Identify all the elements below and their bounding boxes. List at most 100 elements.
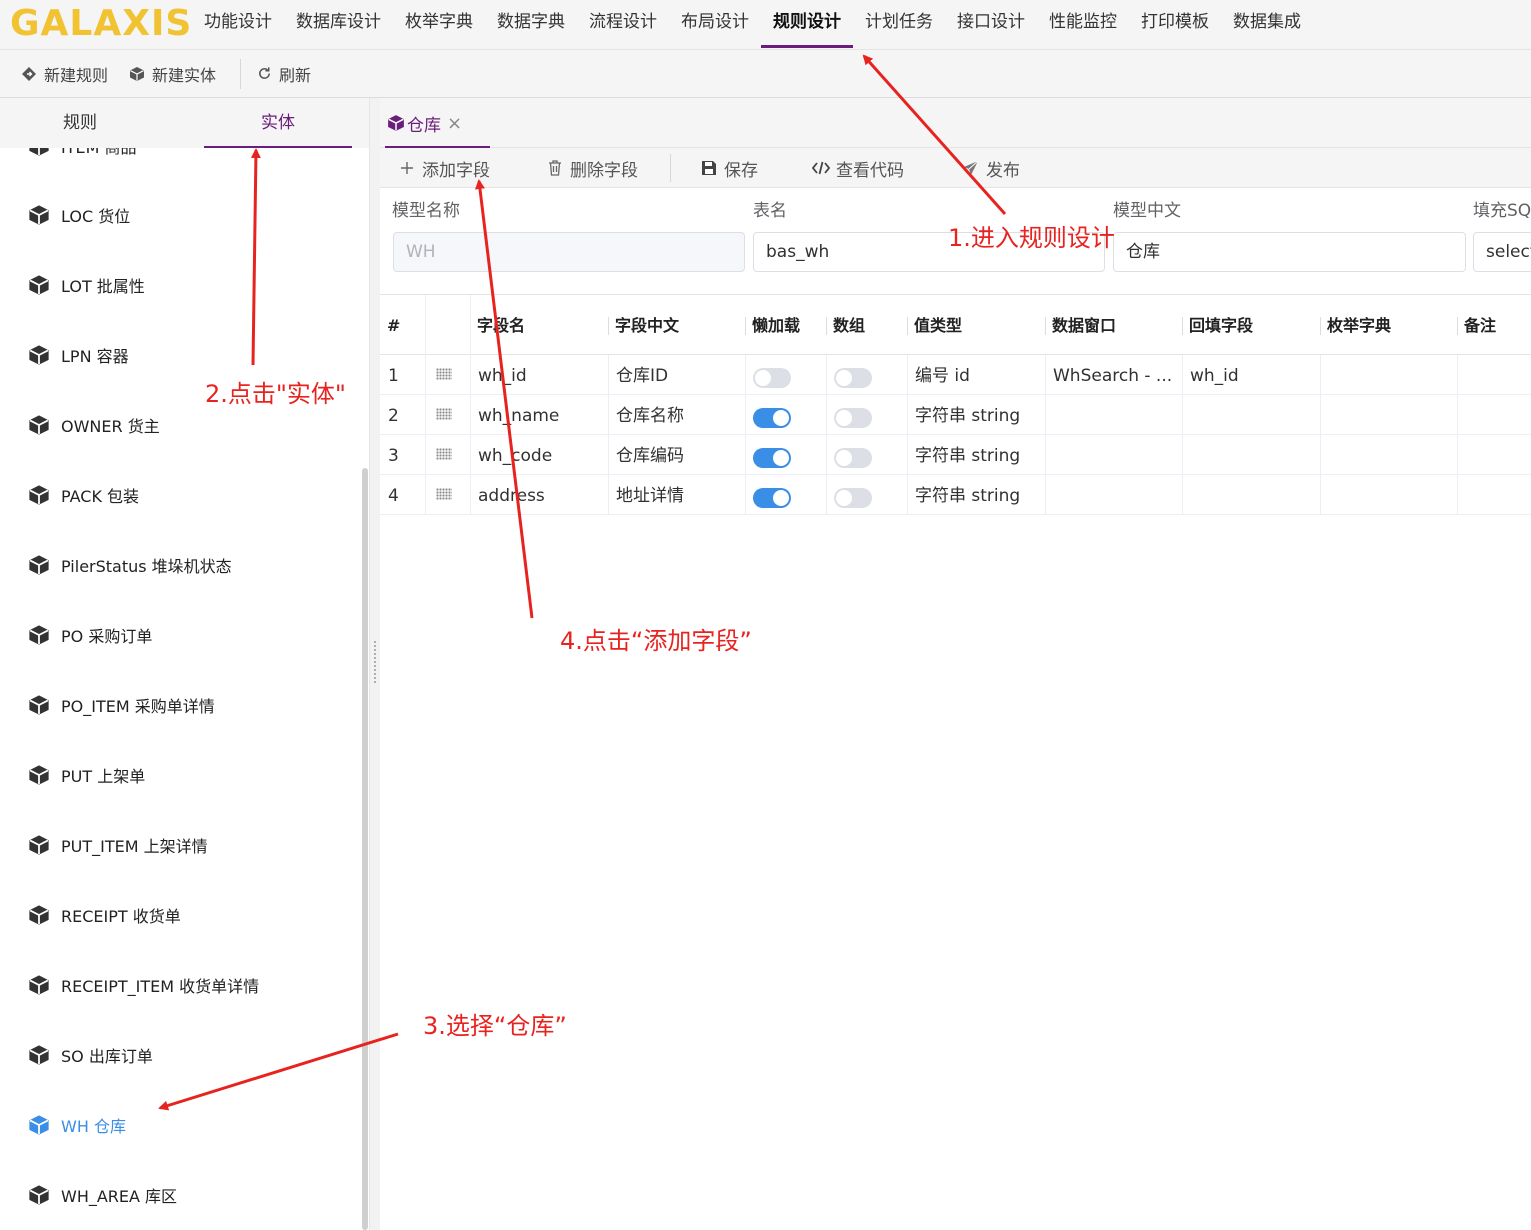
- column-header-field-cn[interactable]: 字段中文: [608, 295, 679, 355]
- nav-item-print-template[interactable]: 打印模板: [1129, 0, 1221, 50]
- cell-data-window[interactable]: [1045, 435, 1182, 475]
- drag-handle-icon[interactable]: [436, 368, 452, 380]
- new-entity-button[interactable]: 新建实体: [122, 62, 230, 86]
- send-icon: [962, 159, 980, 177]
- cell-enum[interactable]: [1320, 355, 1457, 395]
- cell-value-type[interactable]: 编号 id: [907, 355, 1045, 395]
- entity-item-po[interactable]: PO 采购订单: [28, 620, 152, 650]
- cell-note[interactable]: [1457, 355, 1531, 395]
- nav-item-layout-design[interactable]: 布局设计: [669, 0, 761, 50]
- cell-note[interactable]: [1457, 475, 1531, 515]
- nav-item-scheduled-tasks[interactable]: 计划任务: [853, 0, 945, 50]
- column-header-array[interactable]: 数组: [826, 295, 865, 355]
- entity-item-wh[interactable]: WH 仓库: [28, 1110, 126, 1140]
- cell-enum[interactable]: [1320, 435, 1457, 475]
- cell-data-window[interactable]: [1045, 395, 1182, 435]
- close-icon[interactable]: ×: [447, 113, 462, 134]
- lazy-toggle[interactable]: [753, 368, 791, 388]
- entity-item-receipt[interactable]: RECEIPT 收货单: [28, 900, 181, 930]
- lazy-toggle[interactable]: [753, 408, 791, 428]
- view-code-button[interactable]: 查看代码: [812, 156, 904, 181]
- lazy-toggle[interactable]: [753, 488, 791, 508]
- cell-value-type[interactable]: 字符串 string: [907, 395, 1045, 435]
- cell-backfill[interactable]: [1182, 475, 1320, 515]
- add-field-button[interactable]: 添加字段: [398, 156, 490, 181]
- splitter-grip[interactable]: [373, 640, 377, 684]
- sidebar-scrollbar[interactable]: [362, 468, 368, 1230]
- cell-field-name[interactable]: wh_id: [470, 355, 608, 395]
- publish-button[interactable]: 发布: [962, 156, 1020, 181]
- column-header-backfill[interactable]: 回填字段: [1182, 295, 1253, 355]
- cell-backfill[interactable]: [1182, 395, 1320, 435]
- cell-enum[interactable]: [1320, 475, 1457, 515]
- nav-item-data-dict[interactable]: 数据字典: [485, 0, 577, 50]
- cell-data-window[interactable]: WhSearch - ...: [1045, 355, 1182, 395]
- save-button[interactable]: 保存: [700, 156, 758, 181]
- refresh-button[interactable]: 刷新: [251, 62, 325, 86]
- array-toggle[interactable]: [834, 448, 872, 468]
- nav-item-database-design[interactable]: 数据库设计: [284, 0, 393, 50]
- entity-item-item[interactable]: ITEM 商品: [28, 148, 137, 161]
- model-cn-field[interactable]: 仓库: [1113, 232, 1466, 272]
- entity-item-loc[interactable]: LOC 货位: [28, 200, 130, 230]
- array-toggle[interactable]: [834, 488, 872, 508]
- column-header-value-type[interactable]: 值类型: [907, 295, 962, 355]
- array-toggle[interactable]: [834, 408, 872, 428]
- table-row[interactable]: 3 wh_code 仓库编码 字符串 string: [380, 435, 1531, 475]
- cell-field-name[interactable]: wh_code: [470, 435, 608, 475]
- cell-field-name[interactable]: wh_name: [470, 395, 608, 435]
- entity-item-lpn[interactable]: LPN 容器: [28, 340, 129, 370]
- nav-item-rule-design[interactable]: 规则设计: [761, 0, 853, 50]
- cell-field-cn[interactable]: 地址详情: [608, 475, 745, 515]
- cell-value-type[interactable]: 字符串 string: [907, 435, 1045, 475]
- entity-item-owner[interactable]: OWNER 货主: [28, 410, 160, 440]
- entity-item-pack[interactable]: PACK 包装: [28, 480, 139, 510]
- cell-enum[interactable]: [1320, 395, 1457, 435]
- cell-field-name[interactable]: address: [470, 475, 608, 515]
- column-header-lazy[interactable]: 懒加载: [745, 295, 800, 355]
- column-header-field-name[interactable]: 字段名: [470, 295, 525, 355]
- entity-item-wh-area[interactable]: WH_AREA 库区: [28, 1180, 177, 1210]
- new-rule-button[interactable]: 新建规则: [0, 62, 122, 86]
- nav-item-performance-monitor[interactable]: 性能监控: [1037, 0, 1129, 50]
- fill-sql-field[interactable]: select: [1473, 232, 1531, 272]
- lazy-toggle[interactable]: [753, 448, 791, 468]
- cell-field-cn[interactable]: 仓库ID: [608, 355, 745, 395]
- cell-value-type[interactable]: 字符串 string: [907, 475, 1045, 515]
- delete-field-button[interactable]: 删除字段: [546, 156, 638, 181]
- cell-field-cn[interactable]: 仓库编码: [608, 435, 745, 475]
- entity-item-lot[interactable]: LOT 批属性: [28, 270, 145, 300]
- column-header-data-window[interactable]: 数据窗口: [1045, 295, 1116, 355]
- entity-item-label: SO 出库订单: [61, 1047, 153, 1066]
- cell-data-window[interactable]: [1045, 475, 1182, 515]
- nav-item-enum-dict[interactable]: 枚举字典: [393, 0, 485, 50]
- cell-note[interactable]: [1457, 395, 1531, 435]
- entity-item-po-item[interactable]: PO_ITEM 采购单详情: [28, 690, 215, 720]
- drag-handle-icon[interactable]: [436, 488, 452, 500]
- column-divider: [470, 295, 471, 355]
- array-toggle[interactable]: [834, 368, 872, 388]
- entity-item-put[interactable]: PUT 上架单: [28, 760, 145, 790]
- column-header-note[interactable]: 备注: [1457, 295, 1496, 355]
- nav-item-flow-design[interactable]: 流程设计: [577, 0, 669, 50]
- entity-item-put-item[interactable]: PUT_ITEM 上架详情: [28, 830, 208, 860]
- table-row[interactable]: 1 wh_id 仓库ID 编号 id WhSearch - ... wh_id: [380, 355, 1531, 395]
- tab-entities[interactable]: 实体: [204, 98, 352, 148]
- entity-item-so[interactable]: SO 出库订单: [28, 1040, 153, 1070]
- drag-handle-icon[interactable]: [436, 408, 452, 420]
- cell-note[interactable]: [1457, 435, 1531, 475]
- column-header-enum[interactable]: 枚举字典: [1320, 295, 1391, 355]
- drag-handle-icon[interactable]: [436, 448, 452, 460]
- nav-item-api-design[interactable]: 接口设计: [945, 0, 1037, 50]
- cell-backfill[interactable]: wh_id: [1182, 355, 1320, 395]
- tab-rules[interactable]: 规则: [0, 98, 160, 148]
- cell-backfill[interactable]: [1182, 435, 1320, 475]
- tab-warehouse[interactable]: 仓库 ×: [385, 98, 490, 148]
- table-row[interactable]: 4 address 地址详情 字符串 string: [380, 475, 1531, 515]
- entity-item-pilerstatus[interactable]: PilerStatus 堆垛机状态: [28, 550, 232, 580]
- nav-item-function-design[interactable]: 功能设计: [192, 0, 284, 50]
- cell-field-cn[interactable]: 仓库名称: [608, 395, 745, 435]
- table-row[interactable]: 2 wh_name 仓库名称 字符串 string: [380, 395, 1531, 435]
- entity-item-receipt-item[interactable]: RECEIPT_ITEM 收货单详情: [28, 970, 259, 1000]
- nav-item-data-integration[interactable]: 数据集成: [1221, 0, 1313, 50]
